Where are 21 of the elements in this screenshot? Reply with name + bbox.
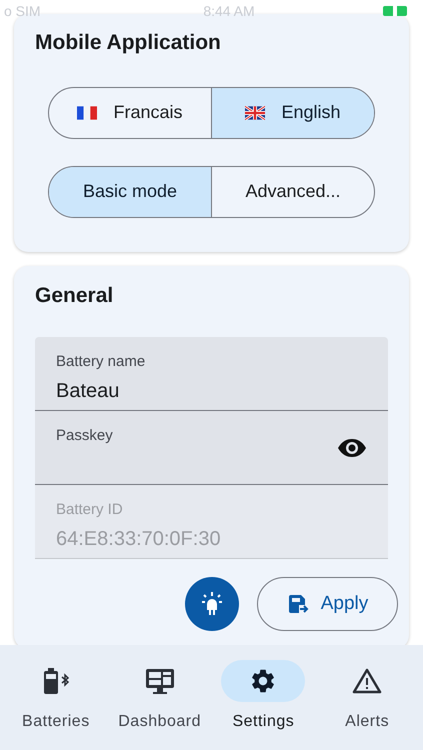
save-icon (286, 593, 309, 615)
segment-button[interactable]: Basic mode (49, 166, 211, 216)
identify-button[interactable] (185, 577, 239, 631)
nav-tab[interactable]: Batteries (4, 660, 108, 750)
segment-button[interactable]: Francais (49, 88, 211, 138)
input-field[interactable]: Passkey (35, 411, 388, 485)
eye-icon[interactable] (337, 438, 367, 458)
section-title: General (35, 282, 114, 308)
apply-button[interactable]: Apply (257, 577, 398, 631)
nav-tab[interactable]: Settings (212, 660, 316, 750)
input-field[interactable]: Battery name Bateau (35, 337, 388, 411)
segment-button[interactable]: English (211, 88, 374, 138)
flag-icon (245, 106, 266, 120)
nav-tab[interactable]: Alerts (315, 660, 419, 750)
monitor-icon (144, 667, 176, 695)
segment-button[interactable]: Advanced... (211, 166, 374, 216)
nav-tab[interactable]: Dashboard (108, 660, 212, 750)
section-title: Mobile Application (35, 30, 222, 56)
warning-icon (352, 667, 382, 695)
flag-icon (77, 106, 98, 120)
input-field: Battery ID 64:E8:33:70:0F:30 (35, 485, 388, 559)
